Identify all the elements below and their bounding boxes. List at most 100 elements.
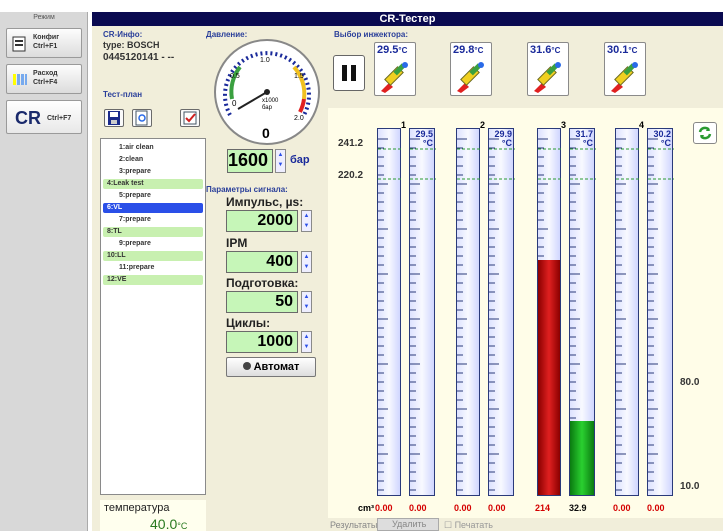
main-value: 0.00 (375, 503, 393, 513)
gauge-label-2: 1.0 (260, 57, 270, 64)
checklist-icon (183, 111, 197, 125)
prep-input[interactable]: 50 (226, 291, 298, 313)
config-button[interactable]: Конфиг Ctrl+F1 (6, 28, 82, 58)
gauge-unit: x1000 бар (262, 98, 279, 111)
test-plan-item[interactable]: 4:Leak test (103, 179, 203, 189)
pause-icon (342, 65, 356, 81)
test-plan-header: Тест-план (103, 90, 143, 99)
backflow-value: 0.00 (409, 503, 427, 513)
injector-temp: 31.6°C (530, 44, 561, 56)
impulse-input[interactable]: 2000 (226, 210, 298, 232)
injector-card[interactable]: 30.1°C (604, 42, 646, 96)
injector-icon (381, 62, 408, 93)
delete-results-button[interactable]: Удалить (377, 518, 439, 531)
injector-temp: 29.5°C (377, 44, 408, 56)
left-scale-2: 220.2 (338, 170, 364, 181)
injector-card[interactable]: 29.5°C (374, 42, 416, 96)
test-plan-item[interactable]: 10:LL (103, 251, 203, 261)
test-plan-item[interactable]: 2:clean (103, 155, 203, 165)
pressure-spinner[interactable]: ▲ ▼ (275, 149, 286, 173)
injector-temp: 29.8°C (453, 44, 484, 56)
refresh-icon (698, 126, 712, 140)
units-label: cm³ (358, 503, 375, 513)
backflow-tube: 29.5 °C (409, 128, 436, 496)
flow-button[interactable]: Расход Ctrl+F4 (6, 64, 82, 94)
tube-temp: 29.9 °C (494, 129, 512, 148)
main-value: 0.00 (613, 503, 631, 513)
save-button[interactable] (104, 109, 124, 127)
main-value: 214 (535, 503, 551, 513)
main-tube-fill (538, 260, 560, 495)
main-tube (377, 128, 402, 496)
injector-temp: 30.1°C (607, 44, 638, 56)
backflow-tube-fill (570, 421, 594, 495)
temperature-value: 40.0°C (150, 516, 188, 532)
prep-label: Подготовка: (226, 276, 299, 290)
cycles-spinner[interactable]: ▲ ▼ (301, 331, 312, 353)
test-plan-item[interactable]: 11:prepare (103, 263, 203, 273)
config-button-label: Конфиг Ctrl+F1 (33, 34, 60, 50)
injector-icon (534, 62, 561, 93)
cr-button-label: CR (15, 108, 41, 128)
temperature-label: температура (104, 502, 170, 514)
gauge-label-1: 0.5 (230, 73, 240, 80)
print-checkbox[interactable]: ☐ Печатать (444, 520, 493, 531)
main-tube (456, 128, 481, 496)
main-tube (537, 128, 562, 496)
left-scale-1: 241.2 (338, 138, 364, 149)
prep-spinner[interactable]: ▲ ▼ (301, 291, 312, 313)
right-scale-2: 10.0 (680, 481, 700, 492)
impulse-label: Импульс, µs: (226, 195, 304, 209)
cr-info-number: 0445120141 - -- (103, 52, 175, 63)
ipm-input[interactable]: 400 (226, 251, 298, 273)
injector-icon (611, 62, 638, 93)
test-plan-list: 1:air clean 2:clean 3:prepare 4:Leak test 5:… (100, 138, 206, 495)
gauge-label-0: 0 (232, 99, 237, 108)
test-plan-item[interactable]: 7:prepare (103, 215, 203, 225)
gauge-value: 0 (262, 125, 270, 141)
test-plan-item[interactable]: 12:VE (103, 275, 203, 285)
temperature-box: температура 40.0°C (100, 500, 206, 532)
main-tube (615, 128, 640, 496)
backflow-tube: 31.7 °C (569, 128, 596, 496)
backflow-tube: 30.2 °C (647, 128, 674, 496)
sidebar-header: Режим (33, 14, 55, 21)
tube-temp: 31.7 °C (575, 129, 593, 148)
cr-mode-button[interactable]: CR Ctrl+F7 (6, 100, 82, 134)
ipm-label: IPM (226, 236, 248, 250)
tube-temp: 30.2 °C (653, 129, 671, 148)
top-overflow-text (0, 0, 723, 12)
cycles-label: Циклы: (226, 316, 271, 330)
backflow-value: 0.00 (647, 503, 665, 513)
impulse-spinner[interactable]: ▲ ▼ (301, 210, 312, 232)
pressure-unit: бар (290, 154, 310, 166)
flow-icon (13, 74, 27, 85)
test-plan-item[interactable]: 9:prepare (103, 239, 203, 249)
signal-header: Параметры сигнала: (206, 185, 288, 194)
test-plan-item[interactable]: 3:prepare (103, 167, 203, 177)
injector-card[interactable]: 29.8°C (450, 42, 492, 96)
test-plan-item[interactable]: 5:prepare (103, 191, 203, 201)
check-button[interactable] (180, 109, 200, 127)
pressure-setpoint-input[interactable]: 1600 (227, 149, 273, 173)
cr-info-type: type: BOSCH (103, 40, 160, 50)
results-label: Результаты: (330, 520, 380, 530)
cr-info-header: CR-Инфо: (103, 30, 143, 39)
ipm-spinner[interactable]: ▲ ▼ (301, 251, 312, 273)
backflow-value: 0.00 (488, 503, 506, 513)
cycles-input[interactable]: 1000 (226, 331, 298, 353)
test-plan-item[interactable]: 1:air clean (103, 143, 203, 153)
injector-select-header: Выбор инжектора: (334, 30, 409, 39)
gauge-label-3: 1.5 (294, 73, 304, 80)
pause-button[interactable] (333, 55, 365, 91)
test-plan-item[interactable]: 8:TL (103, 227, 203, 237)
auto-button[interactable]: Автомат (226, 357, 316, 377)
right-scale-1: 80.0 (680, 377, 700, 388)
open-button[interactable] (132, 109, 152, 127)
injector-card[interactable]: 31.6°C (527, 42, 569, 96)
open-file-icon (135, 110, 148, 126)
flow-button-label: Расход Ctrl+F4 (33, 70, 58, 86)
refresh-button[interactable] (693, 122, 717, 144)
config-icon (12, 36, 26, 52)
test-plan-item[interactable]: 6:VL (103, 203, 203, 213)
